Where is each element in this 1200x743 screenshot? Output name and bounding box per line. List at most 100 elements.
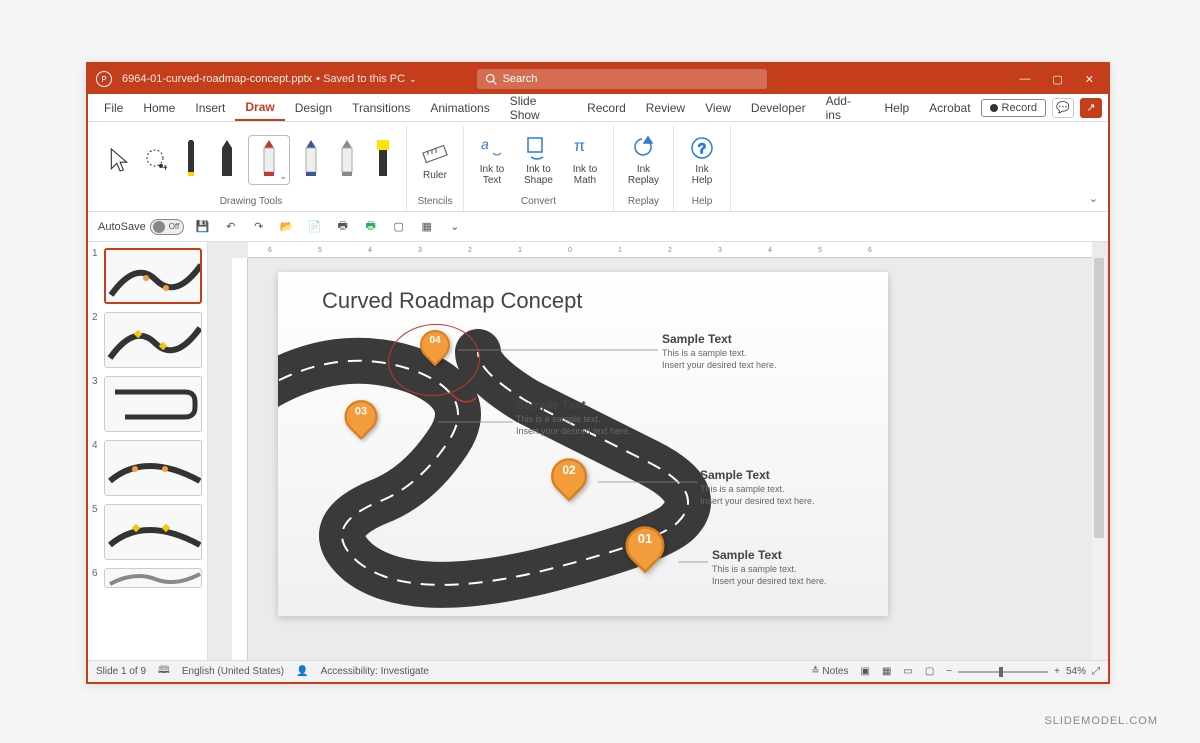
document-name: 6964-01-curved-roadmap-concept.pptx: [122, 73, 312, 85]
ink-help-button[interactable]: ?Ink Help: [682, 130, 722, 190]
search-box[interactable]: Search: [477, 69, 767, 89]
record-button[interactable]: Record: [981, 99, 1046, 117]
thumbnail-5[interactable]: [104, 504, 202, 560]
ribbon-collapse-button[interactable]: ⌄: [1089, 192, 1098, 205]
thumbnail-2[interactable]: [104, 312, 202, 368]
tab-animations[interactable]: Animations: [420, 94, 499, 121]
watermark: SLIDEMODEL.COM: [1044, 715, 1158, 727]
save-status[interactable]: • Saved to this PC: [316, 73, 405, 85]
workspace: 1 2 3 4 5 6 6543210123456 Curved Roadmap…: [88, 242, 1108, 660]
tab-developer[interactable]: Developer: [741, 94, 816, 121]
qat-more-button[interactable]: ⌄: [446, 218, 464, 236]
tab-design[interactable]: Design: [285, 94, 342, 121]
tab-record[interactable]: Record: [577, 94, 636, 121]
notes-button[interactable]: ≛ Notes: [811, 666, 848, 677]
group-help: ?Ink Help Help: [674, 126, 731, 211]
comments-button[interactable]: 💬: [1052, 98, 1074, 118]
view-reading-button[interactable]: ▭: [903, 666, 912, 677]
svg-text:5: 5: [818, 247, 822, 254]
autosave-toggle[interactable]: AutoSave Off: [98, 219, 184, 235]
vertical-ruler: [232, 258, 248, 660]
tab-file[interactable]: File: [94, 94, 133, 121]
pen-yellow-thin[interactable]: [176, 135, 206, 185]
vertical-scrollbar[interactable]: [1092, 258, 1106, 660]
language-status[interactable]: English (United States): [182, 666, 284, 677]
minimize-button[interactable]: —: [1019, 73, 1030, 86]
highlighter-yellow[interactable]: [368, 135, 398, 185]
tab-transitions[interactable]: Transitions: [342, 94, 420, 121]
open-button[interactable]: 📂: [278, 218, 296, 236]
tab-slideshow[interactable]: Slide Show: [500, 94, 577, 121]
search-placeholder: Search: [503, 73, 538, 85]
ink-replay-button[interactable]: Ink Replay: [622, 130, 665, 190]
pin-03[interactable]: 03: [345, 400, 378, 442]
slide-counter[interactable]: Slide 1 of 9: [96, 666, 146, 677]
slide-canvas[interactable]: 6543210123456 Curved Roadmap Concept: [208, 242, 1108, 660]
pen-gray[interactable]: [332, 135, 362, 185]
thumbnail-4[interactable]: [104, 440, 202, 496]
new-button[interactable]: 📄: [306, 218, 324, 236]
view-slideshow-button[interactable]: ▢: [925, 666, 934, 677]
lasso-tool[interactable]: +: [140, 135, 170, 185]
svg-text:3: 3: [418, 247, 422, 254]
present-button[interactable]: ▢: [390, 218, 408, 236]
undo-button[interactable]: ↶: [222, 218, 240, 236]
thumbnail-1[interactable]: [104, 248, 202, 304]
ink-to-text-button[interactable]: aInk to Text: [472, 130, 512, 190]
print-button[interactable]: 🖶: [334, 218, 352, 236]
thumbnail-6[interactable]: [104, 568, 202, 588]
share-button[interactable]: ↗: [1080, 98, 1102, 118]
chevron-down-icon[interactable]: ⌄: [409, 74, 417, 85]
slide-thumbnails[interactable]: 1 2 3 4 5 6: [88, 242, 208, 660]
sample-text-1[interactable]: Sample TextThis is a sample text.Insert …: [712, 548, 827, 587]
tab-acrobat[interactable]: Acrobat: [919, 94, 980, 121]
accessibility-status[interactable]: Accessibility: Investigate: [321, 666, 429, 677]
tab-help[interactable]: Help: [874, 94, 919, 121]
save-button[interactable]: 💾: [194, 218, 212, 236]
maximize-button[interactable]: ▢: [1052, 73, 1062, 86]
accessibility-icon: 👤: [296, 666, 308, 677]
zoom-out-button[interactable]: −: [946, 666, 952, 677]
ink-stroke: [448, 390, 478, 410]
tab-view[interactable]: View: [695, 94, 741, 121]
ruler-button[interactable]: Ruler: [415, 136, 455, 185]
pen-blue[interactable]: [296, 135, 326, 185]
group-convert: aInk to Text Ink to Shape πInk to Math C…: [464, 126, 614, 211]
pin-01[interactable]: 01: [626, 526, 665, 575]
zoom-control[interactable]: − + 54% ⤢: [946, 666, 1100, 677]
statusbar: Slide 1 of 9 🕮 English (United States) 👤…: [88, 660, 1108, 682]
thumbnail-3[interactable]: [104, 376, 202, 432]
pin-02[interactable]: 02: [551, 458, 587, 504]
redo-button[interactable]: ↷: [250, 218, 268, 236]
view-sorter-button[interactable]: ▦: [882, 666, 891, 677]
window-controls: — ▢ ✕: [1019, 73, 1100, 86]
zoom-percent[interactable]: 54%: [1066, 666, 1086, 677]
replay-icon: [629, 134, 657, 162]
search-icon: [485, 73, 497, 85]
slide-content[interactable]: Curved Roadmap Concept 04 03 02 01: [278, 272, 888, 616]
select-tool[interactable]: [104, 135, 134, 185]
svg-text:π: π: [574, 138, 585, 155]
tab-addins[interactable]: Add-ins: [816, 94, 875, 121]
quick-print-button[interactable]: 🖶: [362, 218, 380, 236]
tab-review[interactable]: Review: [636, 94, 695, 121]
pen-red-active[interactable]: [248, 135, 290, 185]
svg-text:0: 0: [568, 247, 572, 254]
record-dot-icon: [990, 104, 998, 112]
tab-draw[interactable]: Draw: [235, 94, 284, 121]
tab-home[interactable]: Home: [133, 94, 185, 121]
touch-mode-button[interactable]: ▦: [418, 218, 436, 236]
ink-to-math-button[interactable]: πInk to Math: [565, 130, 605, 190]
sample-text-2[interactable]: Sample TextThis is a sample text.Insert …: [700, 468, 815, 507]
close-button[interactable]: ✕: [1085, 73, 1094, 86]
view-normal-button[interactable]: ▣: [860, 666, 869, 677]
zoom-slider[interactable]: [958, 671, 1048, 673]
pin-04[interactable]: 04: [420, 330, 450, 368]
fit-button[interactable]: ⤢: [1092, 666, 1100, 677]
ink-to-shape-button[interactable]: Ink to Shape: [518, 130, 559, 190]
sample-text-3[interactable]: Sample TextThis is a sample text.Insert …: [516, 398, 631, 437]
pen-black[interactable]: [212, 135, 242, 185]
sample-text-4[interactable]: Sample TextThis is a sample text.Insert …: [662, 332, 777, 371]
tab-insert[interactable]: Insert: [185, 94, 235, 121]
zoom-in-button[interactable]: +: [1054, 666, 1060, 677]
